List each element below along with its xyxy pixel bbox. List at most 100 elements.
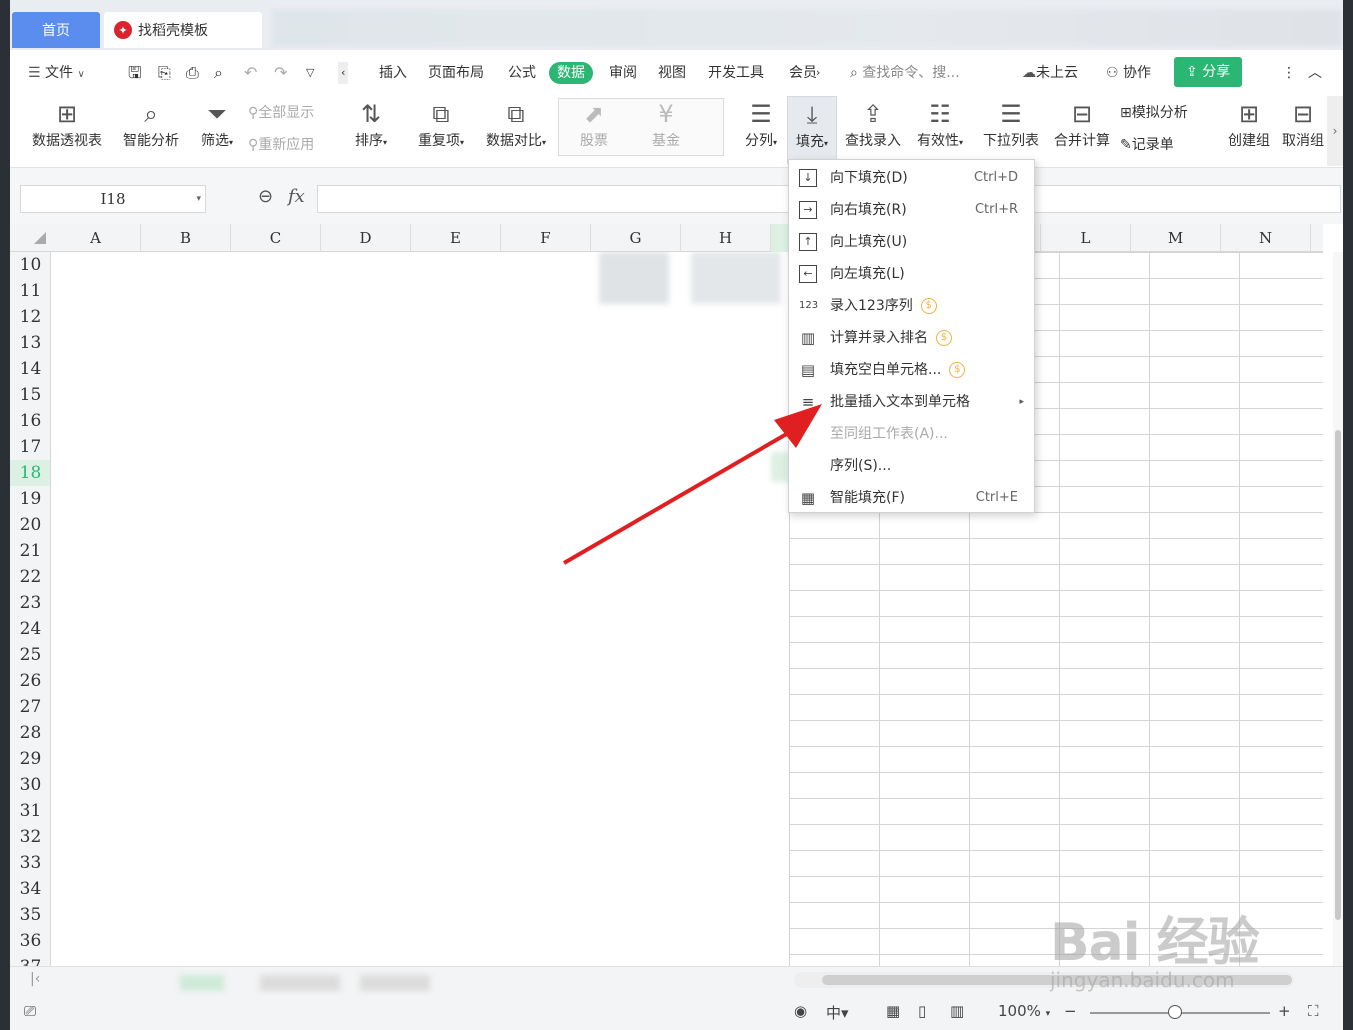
fund-button[interactable]: ¥ 基金: [638, 96, 694, 164]
undo-icon[interactable]: ↶: [244, 62, 257, 84]
fill-menu-item[interactable]: ↓ 向下填充(D) Ctrl+D: [789, 162, 1034, 194]
menu-view[interactable]: 视图: [658, 62, 686, 84]
reapply-button[interactable]: ⚲重新应用: [248, 134, 314, 154]
first-sheet-icon[interactable]: |‹: [30, 971, 40, 987]
fill-menu-item[interactable]: ≡ 批量插入文本到单元格 ▸: [789, 386, 1034, 418]
fill-menu-item[interactable]: ← 向左填充(L): [789, 258, 1034, 290]
print-icon[interactable]: ⎙: [186, 62, 199, 84]
search-box[interactable]: ⌕ 查找命令、搜...: [850, 62, 960, 84]
row-header-35[interactable]: 35: [10, 902, 50, 928]
row-header-26[interactable]: 26: [10, 668, 50, 694]
select-all-corner[interactable]: [34, 232, 46, 244]
row-header-22[interactable]: 22: [10, 564, 50, 590]
preview-icon[interactable]: ⌕: [214, 62, 223, 84]
save-icon[interactable]: 🖫: [128, 62, 142, 84]
column-header-h[interactable]: H: [681, 224, 771, 252]
column-header-m[interactable]: M: [1131, 224, 1221, 252]
cloud-status[interactable]: ☁未上云: [1022, 62, 1078, 84]
more-quick-icon[interactable]: ▽: [306, 62, 314, 84]
share-button[interactable]: ⇪ 分享: [1174, 57, 1243, 87]
menu-formula[interactable]: 公式: [508, 62, 536, 84]
lookup-entry-button[interactable]: ⇪ 查找录入: [840, 96, 906, 164]
create-group-button[interactable]: ⊞ 创建组: [1224, 96, 1274, 164]
validity-button[interactable]: ☷ 有效性▾: [910, 96, 970, 164]
row-header-17[interactable]: 17: [10, 434, 50, 460]
row-header-14[interactable]: 14: [10, 356, 50, 382]
input-method-icon[interactable]: 中▾: [826, 1002, 849, 1023]
name-box[interactable]: I18 ▾: [20, 185, 206, 213]
row-header-23[interactable]: 23: [10, 590, 50, 616]
row-header-28[interactable]: 28: [10, 720, 50, 746]
zoom-in-icon[interactable]: +: [1278, 1002, 1291, 1020]
row-header-27[interactable]: 27: [10, 694, 50, 720]
column-header-b[interactable]: B: [141, 224, 231, 252]
page-break-view-icon[interactable]: ▥: [950, 1002, 964, 1020]
row-header-19[interactable]: 19: [10, 486, 50, 512]
row-header-11[interactable]: 11: [10, 278, 50, 304]
eye-protection-icon[interactable]: ◉: [794, 1002, 807, 1020]
dropdown-list-button[interactable]: ☰ 下拉列表: [976, 96, 1046, 164]
collab-button[interactable]: ⚇ 协作: [1106, 62, 1151, 84]
vertical-scroll-thumb[interactable]: [1335, 430, 1341, 920]
row-header-37[interactable]: 37: [10, 954, 50, 966]
row-header-25[interactable]: 25: [10, 642, 50, 668]
fill-menu-item[interactable]: ▦ 智能填充(F) Ctrl+E: [789, 482, 1034, 514]
row-header-24[interactable]: 24: [10, 616, 50, 642]
column-header-a[interactable]: A: [51, 224, 141, 252]
row-header-16[interactable]: 16: [10, 408, 50, 434]
smart-analysis-button[interactable]: ⌕ 智能分析: [114, 96, 188, 164]
menu-member[interactable]: 会员: [789, 62, 817, 84]
filter-button[interactable]: ⏷ 筛选▾: [192, 96, 242, 164]
redo-icon[interactable]: ↷: [274, 62, 287, 84]
fill-button[interactable]: ⤓ 填充▾: [787, 96, 837, 164]
row-header-30[interactable]: 30: [10, 772, 50, 798]
column-header-n[interactable]: N: [1221, 224, 1311, 252]
fill-menu-item[interactable]: 序列(S)...: [789, 450, 1034, 482]
ungroup-button[interactable]: ⊟ 取消组: [1280, 96, 1326, 164]
row-header-21[interactable]: 21: [10, 538, 50, 564]
stock-button[interactable]: ⬈ 股票: [566, 96, 622, 164]
zoom-slider-handle[interactable]: [1168, 1005, 1182, 1019]
tab-docer-templates[interactable]: ✦ 找稻壳模板: [104, 12, 262, 48]
row-header-18[interactable]: 18: [10, 460, 50, 486]
pivot-table-button[interactable]: ⊞ 数据透视表: [20, 96, 114, 164]
menu-review[interactable]: 审阅: [609, 62, 637, 84]
tab-home[interactable]: 首页: [12, 12, 100, 48]
row-header-29[interactable]: 29: [10, 746, 50, 772]
column-header-l[interactable]: L: [1041, 224, 1131, 252]
row-header-36[interactable]: 36: [10, 928, 50, 954]
column-header-c[interactable]: C: [231, 224, 321, 252]
simulate-analysis-button[interactable]: ⊞模拟分析: [1120, 102, 1188, 122]
column-header-g[interactable]: G: [591, 224, 681, 252]
sort-button[interactable]: ⇅ 排序▾: [346, 96, 396, 164]
menu-developer[interactable]: 开发工具: [708, 62, 764, 84]
fill-menu-item[interactable]: 123 录入123序列 $: [789, 290, 1034, 322]
cell-grid[interactable]: [51, 252, 1323, 966]
row-header-13[interactable]: 13: [10, 330, 50, 356]
row-header-10[interactable]: 10: [10, 252, 50, 278]
fill-menu-item[interactable]: ↑ 向上填充(U): [789, 226, 1034, 258]
duplicates-button[interactable]: ⧉ 重复项▾: [410, 96, 472, 164]
scroll-right-icon[interactable]: ›: [816, 62, 820, 84]
zoom-out-icon[interactable]: −: [1064, 1002, 1077, 1020]
row-header-15[interactable]: 15: [10, 382, 50, 408]
show-all-button[interactable]: ⚲全部显示: [248, 102, 314, 122]
row-header-32[interactable]: 32: [10, 824, 50, 850]
record-form-button[interactable]: ✎记录单: [1120, 134, 1174, 154]
column-header-d[interactable]: D: [321, 224, 411, 252]
row-header-31[interactable]: 31: [10, 798, 50, 824]
scroll-left-icon[interactable]: ‹: [338, 62, 349, 84]
collapse-ribbon-icon[interactable]: ︿: [1308, 62, 1322, 84]
fill-menu-item[interactable]: ▤ 填充空白单元格... $: [789, 354, 1034, 386]
file-menu[interactable]: ☰ 文件 ∨: [28, 62, 85, 84]
fill-menu-item[interactable]: ▥ 计算并录入排名 $: [789, 322, 1034, 354]
menu-insert[interactable]: 插入: [379, 62, 407, 84]
fill-menu-item[interactable]: → 向右填充(R) Ctrl+R: [789, 194, 1034, 226]
normal-view-icon[interactable]: ▦: [886, 1002, 900, 1020]
macro-icon[interactable]: ⎚: [24, 1002, 36, 1020]
compare-button[interactable]: ⧉ 数据对比▾: [478, 96, 554, 164]
column-header-e[interactable]: E: [411, 224, 501, 252]
ribbon-scroll-right-icon[interactable]: ›: [1327, 96, 1343, 166]
page-layout-view-icon[interactable]: ▯: [918, 1002, 926, 1020]
more-options-icon[interactable]: ⋮: [1282, 62, 1296, 84]
